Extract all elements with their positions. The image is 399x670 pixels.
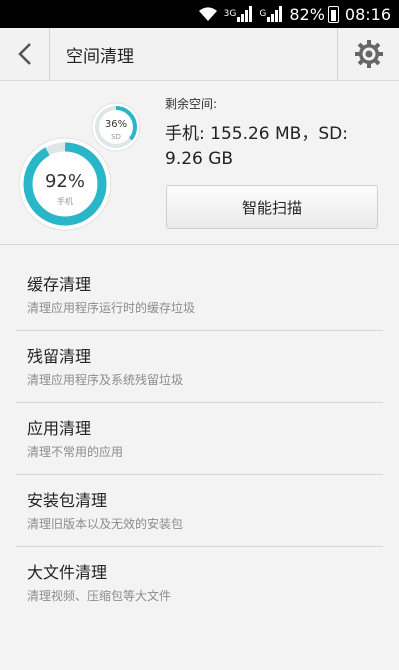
list-item-large-file-clean[interactable]: 大文件清理 清理视频、压缩包等大文件 <box>16 547 383 619</box>
signal-g-icon: G <box>259 6 283 22</box>
list-item-package-clean[interactable]: 安装包清理 清理旧版本以及无效的安装包 <box>16 475 383 547</box>
battery-percent: 82% <box>289 4 325 24</box>
list-item-subtitle: 清理视频、压缩包等大文件 <box>27 589 172 603</box>
back-button[interactable] <box>0 28 50 80</box>
list-item-app-clean[interactable]: 应用清理 清理不常用的应用 <box>16 403 383 475</box>
list-item-subtitle: 清理应用程序及系统残留垃圾 <box>27 373 184 387</box>
list-item-subtitle: 清理旧版本以及无效的安装包 <box>27 517 184 531</box>
list-item-title: 应用清理 <box>27 419 92 438</box>
settings-button[interactable] <box>337 28 399 80</box>
network-type-2: G <box>259 9 267 19</box>
action-bar: 空间清理 <box>0 28 399 81</box>
page-title: 空间清理 <box>66 46 134 67</box>
sd-label: SD <box>111 133 121 141</box>
back-arrow-icon <box>17 43 31 65</box>
cleanup-list: 缓存清理 清理应用程序运行时的缓存垃圾 残留清理 清理应用程序及系统残留垃圾 应… <box>0 259 399 619</box>
list-item-title: 大文件清理 <box>27 563 108 582</box>
list-item-subtitle: 清理应用程序运行时的缓存垃圾 <box>27 301 196 315</box>
list-item-residual-clean[interactable]: 残留清理 清理应用程序及系统残留垃圾 <box>16 331 383 403</box>
network-type-1: 3G <box>223 9 237 19</box>
free-space-value: 手机: 155.26 MB，SD: 9.26 GB <box>165 124 348 169</box>
sd-usage-ring: 36% SD <box>91 102 141 152</box>
list-item-cache-clean[interactable]: 缓存清理 清理应用程序运行时的缓存垃圾 <box>16 259 383 331</box>
phone-percent: 92% <box>45 171 85 192</box>
battery-icon <box>327 5 339 23</box>
list-item-title: 残留清理 <box>27 347 92 366</box>
gear-icon <box>354 40 383 68</box>
signal-3g-icon: 3G <box>224 6 254 22</box>
clock: 08:16 <box>344 4 391 24</box>
status-bar: 3G G 82% 08:16 <box>0 0 399 28</box>
divider <box>0 244 399 245</box>
sd-percent: 36% <box>105 119 127 130</box>
list-item-title: 缓存清理 <box>27 275 92 294</box>
phone-label: 手机 <box>57 196 73 206</box>
wifi-icon <box>198 6 218 22</box>
list-item-subtitle: 清理不常用的应用 <box>27 445 124 459</box>
smart-scan-button[interactable]: 智能扫描 <box>166 185 378 229</box>
list-item-title: 安装包清理 <box>27 491 108 510</box>
free-space-label: 剩余空间: <box>165 97 218 111</box>
